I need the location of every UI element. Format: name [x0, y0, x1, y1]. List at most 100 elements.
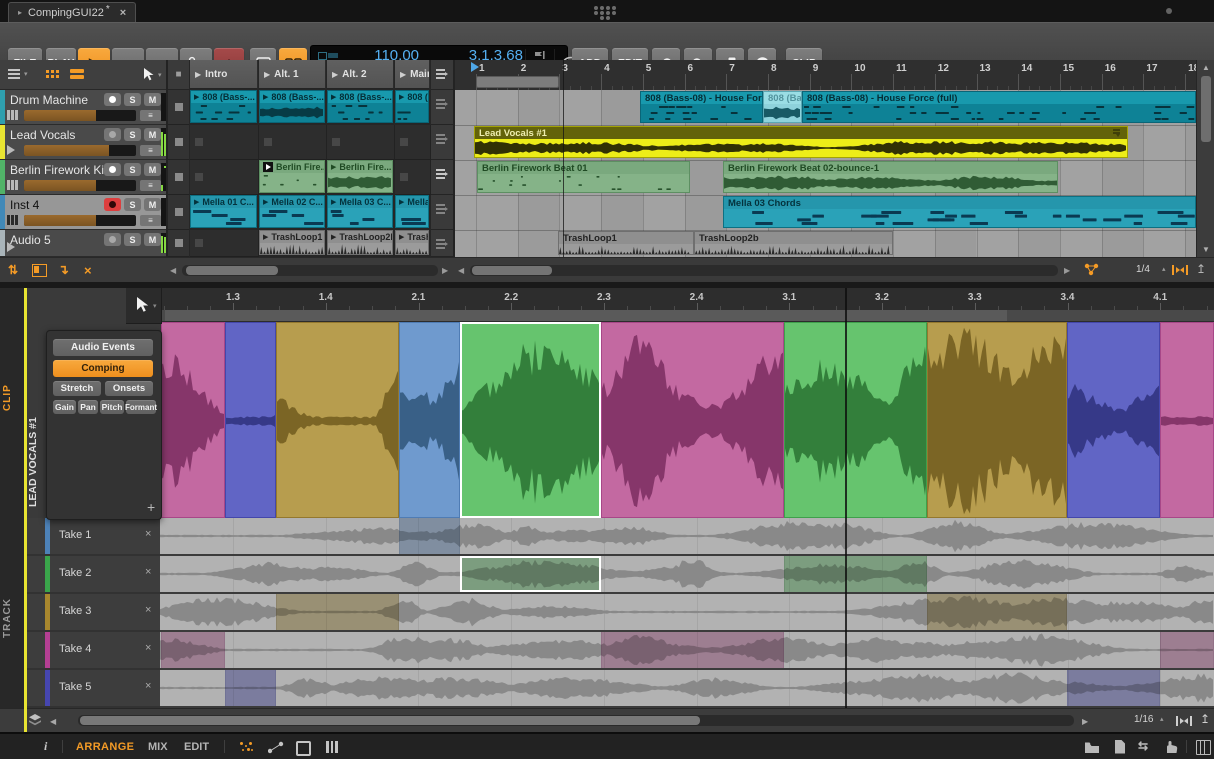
- scene-play-icon[interactable]: ▶: [332, 70, 338, 79]
- record-arm-button[interactable]: [104, 233, 121, 246]
- arranger-hscrollbar[interactable]: [470, 265, 1058, 276]
- io-swap-icon[interactable]: ⇆: [1138, 739, 1148, 753]
- editor-pointer-tool[interactable]: ▾: [126, 288, 162, 324]
- comp-segment-take-3[interactable]: [927, 322, 1067, 518]
- take-used-segment[interactable]: [1067, 670, 1160, 706]
- list-view-icon[interactable]: [70, 69, 84, 80]
- mute-button[interactable]: M: [144, 93, 161, 106]
- take-used-segment[interactable]: [161, 632, 225, 668]
- delete-take-button[interactable]: ×: [145, 604, 151, 616]
- arranger-clip-808-bass-08-house-force-[interactable]: 808 (Bass-08) - House Force (: [640, 91, 763, 123]
- record-arm-button[interactable]: [104, 93, 121, 106]
- scroll-down-icon[interactable]: ▼: [1202, 245, 1210, 254]
- delete-take-button[interactable]: ×: [145, 642, 151, 654]
- pan-button[interactable]: Pan: [78, 400, 98, 414]
- solo-button[interactable]: S: [124, 93, 141, 106]
- clip-region-bar[interactable]: [165, 310, 1007, 321]
- lanes-view-icon[interactable]: [326, 741, 338, 753]
- take-used-segment[interactable]: [927, 594, 1067, 630]
- device-expand-button[interactable]: ≡: [140, 180, 161, 191]
- record-arm-button[interactable]: [104, 198, 121, 211]
- clip-play-icon[interactable]: ▶: [263, 198, 268, 206]
- take-used-segment[interactable]: [1160, 632, 1214, 668]
- editor-hscrollbar[interactable]: [78, 715, 1074, 726]
- hscroll-thumb[interactable]: [80, 716, 700, 725]
- volume-fader[interactable]: [24, 215, 136, 226]
- take-row-4[interactable]: Take 4×: [27, 632, 160, 668]
- audio-events-button[interactable]: Audio Events: [53, 339, 153, 356]
- pin-top-icon[interactable]: ↥: [1196, 262, 1206, 276]
- empty-clip-slot[interactable]: [395, 125, 431, 160]
- clip-play-icon[interactable]: ▶: [263, 93, 268, 101]
- arranger-clip-berlin-firework-beat-02-bounce-1[interactable]: Berlin Firework Beat 02-bounce-1: [723, 161, 1058, 193]
- take-row-5[interactable]: Take 5×: [27, 670, 160, 706]
- comp-lane[interactable]: [160, 322, 1214, 518]
- clip-view-icon[interactable]: [296, 741, 311, 756]
- track-tab[interactable]: TRACK: [2, 590, 22, 646]
- onsets-toggle-icon[interactable]: [240, 742, 254, 752]
- adaptive-grid-icon[interactable]: [1176, 716, 1192, 726]
- track-name[interactable]: Lead Vocals: [10, 128, 75, 142]
- clip-stop-cell[interactable]: [168, 160, 189, 195]
- mix-view-tab[interactable]: MIX: [148, 741, 168, 753]
- launcher-clip-trashloop2b[interactable]: ▶TrashLoop2b: [327, 230, 393, 255]
- track-name[interactable]: Drum Machine: [10, 93, 88, 107]
- volume-fader[interactable]: [24, 145, 136, 156]
- launcher-clip-808-bass-[interactable]: ▶808 (Bass-...: [190, 90, 257, 123]
- scene-play-icon[interactable]: ▶: [195, 70, 201, 79]
- take-used-segment[interactable]: [601, 632, 784, 668]
- take-lane-4[interactable]: [160, 632, 1214, 668]
- comping-button[interactable]: Comping: [53, 360, 153, 377]
- scene-header-main[interactable]: ▶Main: [395, 60, 430, 89]
- clip-play-icon[interactable]: ▶: [194, 93, 199, 101]
- edit-view-tab[interactable]: EDIT: [184, 741, 209, 753]
- note-editor-icon[interactable]: [1196, 740, 1211, 755]
- launcher-clip-mella-02-c-[interactable]: ▶Mella 02 C...: [259, 195, 325, 228]
- comp-segment-take-5[interactable]: [1067, 322, 1160, 518]
- editor-scroll-right-icon[interactable]: ▶: [1082, 717, 1088, 726]
- scene-header-intro[interactable]: ▶Intro: [190, 60, 258, 89]
- track-row-inst-4[interactable]: Inst 4SM≡: [0, 195, 166, 230]
- launcher-scroll-right-icon[interactable]: ▶: [442, 266, 448, 275]
- close-panel-icon[interactable]: ×: [84, 263, 92, 278]
- mute-button[interactable]: M: [144, 128, 161, 141]
- arranger-clip-mella-03-chords[interactable]: Mella 03 Chords: [723, 196, 1196, 228]
- resume-cell[interactable]: [431, 195, 453, 230]
- arranger-clip-808-bass-08-house-force-full-[interactable]: 808 (Bass-08) - House Force (full): [802, 91, 1196, 123]
- take-lane-5[interactable]: [160, 670, 1214, 706]
- record-arm-button[interactable]: [104, 163, 121, 176]
- clip-stop-cell[interactable]: [168, 230, 189, 257]
- launcher-clip-berlin-fire-[interactable]: ▶Berlin Fire...: [327, 160, 393, 193]
- pin-top-icon[interactable]: ↥: [1200, 712, 1210, 726]
- gain-button[interactable]: Gain: [53, 400, 76, 414]
- launcher-scroll-left-icon[interactable]: ◀: [170, 266, 176, 275]
- empty-clip-slot[interactable]: [190, 230, 259, 257]
- resume-cell[interactable]: [431, 160, 453, 195]
- scene-header-alt-1[interactable]: ▶Alt. 1: [259, 60, 326, 89]
- launcher-clip-808-[interactable]: ▶808 (: [395, 90, 429, 123]
- comp-segment-take-1[interactable]: [399, 322, 460, 518]
- arranger-clip-trashloop2b[interactable]: TrashLoop2b: [694, 231, 893, 255]
- clip-play-icon[interactable]: ▶: [331, 233, 336, 241]
- take-used-segment[interactable]: [399, 518, 460, 554]
- launcher-clip-808-bass-[interactable]: ▶808 (Bass-...: [327, 90, 393, 123]
- mute-button[interactable]: M: [144, 198, 161, 211]
- comp-segment-take-4[interactable]: [161, 322, 225, 518]
- resume-cell[interactable]: [431, 125, 453, 160]
- take-used-segment[interactable]: [225, 670, 276, 706]
- take-lane-3[interactable]: [160, 594, 1214, 630]
- launcher-panel-icon[interactable]: [32, 264, 47, 277]
- launcher-clip-trash[interactable]: ▶Trash: [395, 230, 429, 255]
- solo-button[interactable]: S: [124, 198, 141, 211]
- track-row-berlin-firework-kit[interactable]: Berlin Firework KitSM≡: [0, 160, 166, 195]
- auto-height-icon[interactable]: ⇅: [8, 263, 18, 277]
- comp-segment-take-5[interactable]: [225, 322, 276, 518]
- delete-take-button[interactable]: ×: [145, 528, 151, 540]
- hscroll-thumb[interactable]: [472, 266, 552, 275]
- comp-segment-take-2[interactable]: [784, 322, 927, 518]
- take-lane-2[interactable]: [160, 556, 1214, 592]
- arranger-clip-lead-vocals-1[interactable]: Lead Vocals #1: [474, 126, 1128, 158]
- project-tab[interactable]: ▸ CompingGUI22 * ×: [8, 2, 136, 22]
- follow-playhead-icon[interactable]: ↴: [58, 262, 69, 278]
- comp-mode-icon[interactable]: [1113, 129, 1124, 137]
